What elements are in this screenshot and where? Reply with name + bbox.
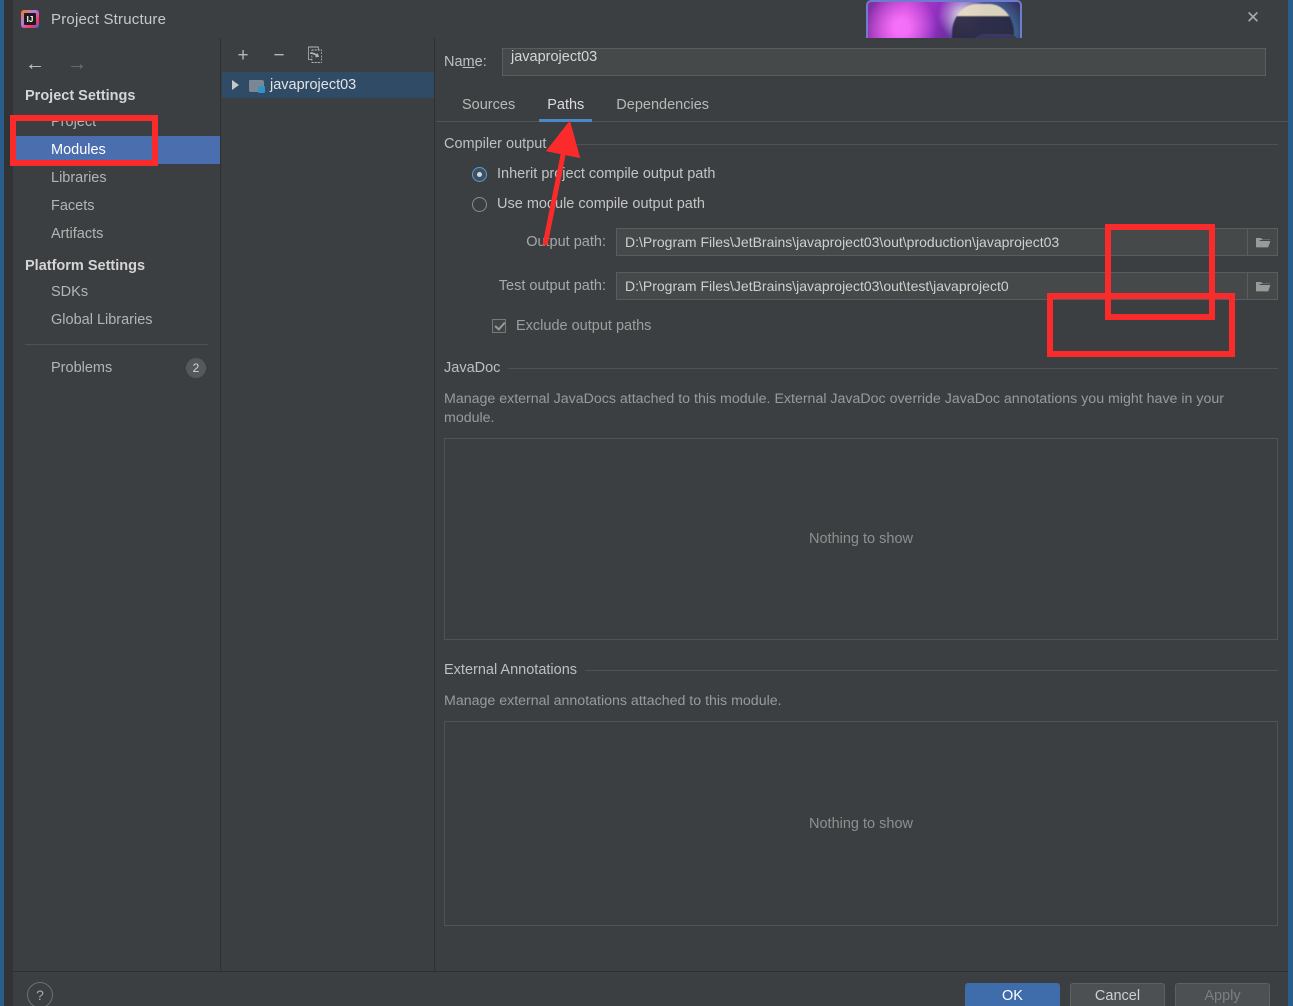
compiler-output-header: Compiler output: [444, 136, 1278, 152]
test-output-path-row: Test output path: D:\Program Files\JetBr…: [444, 272, 1278, 300]
compiler-output-title: Compiler output: [444, 136, 547, 152]
section-rule: [554, 143, 1278, 145]
sidebar-item-artifacts[interactable]: Artifacts: [13, 220, 220, 248]
radio-unselected-icon[interactable]: [472, 196, 487, 212]
javadoc-header: JavaDoc: [444, 360, 1278, 376]
module-folder-icon: [249, 79, 265, 93]
window-left-gutter: [4, 0, 13, 1006]
name-label: Name:: [444, 54, 487, 70]
sidebar-item-libraries[interactable]: Libraries: [13, 164, 220, 192]
checkbox-checked-icon[interactable]: [492, 319, 506, 333]
output-path-input[interactable]: D:\Program Files\JetBrains\javaproject03…: [616, 228, 1248, 256]
tab-sources[interactable]: Sources: [446, 89, 531, 121]
close-icon[interactable]: ✕: [1238, 2, 1268, 32]
exclude-output-paths-row[interactable]: Exclude output paths: [444, 318, 1278, 334]
folder-browse-icon[interactable]: [1248, 228, 1278, 256]
external-annotations-section: External Annotations Manage external ann…: [444, 662, 1293, 926]
test-output-path-label: Test output path:: [498, 278, 606, 294]
sidebar-item-facets[interactable]: Facets: [13, 192, 220, 220]
project-structure-dialog: Project Structure ✕ 中 简 ← → Project Sett…: [0, 0, 1293, 1006]
sidebar-item-project[interactable]: Project: [13, 108, 220, 136]
module-name-label: javaproject03: [270, 77, 357, 93]
javadoc-list[interactable]: Nothing to show + + −: [444, 438, 1293, 640]
settings-sidebar: ← → Project Settings Project Modules Lib…: [13, 38, 221, 971]
ok-button[interactable]: OK: [965, 983, 1060, 1006]
tab-paths[interactable]: Paths: [531, 89, 600, 122]
intellij-idea-icon: [21, 10, 39, 28]
arrow-left-icon[interactable]: ←: [25, 54, 45, 74]
external-annotations-empty-text: Nothing to show: [809, 815, 913, 832]
window-title: Project Structure: [51, 10, 167, 28]
sidebar-item-global-libraries[interactable]: Global Libraries: [13, 306, 220, 334]
cancel-button[interactable]: Cancel: [1070, 983, 1165, 1006]
javadoc-title: JavaDoc: [444, 360, 501, 376]
section-rule: [508, 367, 1278, 369]
title-bar: Project Structure ✕: [13, 0, 1288, 38]
module-name-row: Name: javaproject03: [436, 38, 1288, 76]
copy-icon[interactable]: ⎘: [306, 46, 324, 65]
sidebar-divider: [25, 344, 208, 345]
exclude-output-paths-label: Exclude output paths: [516, 318, 652, 334]
sidebar-item-problems[interactable]: Problems 2: [13, 353, 220, 383]
sidebar-item-sdks[interactable]: SDKs: [13, 278, 220, 306]
folder-browse-icon[interactable]: [1248, 272, 1278, 300]
problems-count-badge: 2: [186, 358, 206, 378]
test-output-path-input[interactable]: D:\Program Files\JetBrains\javaproject03…: [616, 272, 1248, 300]
output-path-row: Output path: D:\Program Files\JetBrains\…: [444, 228, 1278, 256]
sidebar-group-platform-settings: Platform Settings: [25, 258, 146, 274]
dialog-footer: ? OK Cancel Apply: [13, 972, 1288, 1006]
folder-browse-glyph: [1255, 281, 1270, 291]
external-annotations-header: External Annotations: [444, 662, 1278, 678]
compiler-output-section: Compiler output Inherit project compile …: [444, 136, 1278, 334]
radio-selected-icon[interactable]: [472, 166, 487, 182]
sidebar-item-modules[interactable]: Modules: [13, 136, 220, 164]
radio-inherit-label: Inherit project compile output path: [497, 166, 716, 182]
module-tree-item-javaproject03[interactable]: javaproject03: [222, 72, 434, 98]
external-annotations-list[interactable]: Nothing to show + −: [444, 721, 1293, 926]
sidebar-nav-arrows: ← →: [13, 38, 220, 78]
javadoc-empty-text: Nothing to show: [809, 531, 913, 547]
sidebar-group-project-settings: Project Settings: [25, 88, 136, 104]
section-rule: [585, 669, 1278, 671]
plus-icon[interactable]: +: [234, 46, 252, 65]
modules-toolbar: + − ⎘: [222, 38, 434, 72]
javadoc-description: Manage external JavaDocs attached to thi…: [444, 391, 1224, 426]
radio-use-module-output[interactable]: Use module compile output path: [444, 196, 1278, 212]
module-detail-panel: Name: javaproject03 Sources Paths Depend…: [436, 38, 1293, 971]
minus-icon[interactable]: −: [270, 46, 288, 65]
help-question-icon[interactable]: ?: [27, 982, 53, 1006]
module-name-input[interactable]: javaproject03: [502, 48, 1266, 76]
external-annotations-title: External Annotations: [444, 662, 578, 678]
radio-use-module-label: Use module compile output path: [497, 196, 705, 212]
problems-label: Problems: [51, 360, 113, 376]
apply-button[interactable]: Apply: [1175, 983, 1270, 1006]
tab-dependencies[interactable]: Dependencies: [600, 89, 725, 121]
modules-list-panel: + − ⎘ javaproject03: [222, 38, 435, 971]
external-annotations-actions: + −: [1283, 728, 1293, 788]
folder-browse-glyph: [1255, 237, 1270, 247]
triangle-right-icon[interactable]: [232, 80, 239, 90]
javadoc-section: JavaDoc Manage external JavaDocs attache…: [444, 360, 1293, 640]
output-path-label: Output path:: [526, 234, 606, 250]
module-tabs: Sources Paths Dependencies: [436, 88, 1288, 122]
arrow-right-icon[interactable]: →: [67, 54, 87, 74]
external-annotations-description: Manage external annotations attached to …: [444, 693, 782, 709]
radio-inherit-project-output[interactable]: Inherit project compile output path: [444, 166, 1278, 182]
javadoc-actions: + + −: [1283, 445, 1293, 547]
